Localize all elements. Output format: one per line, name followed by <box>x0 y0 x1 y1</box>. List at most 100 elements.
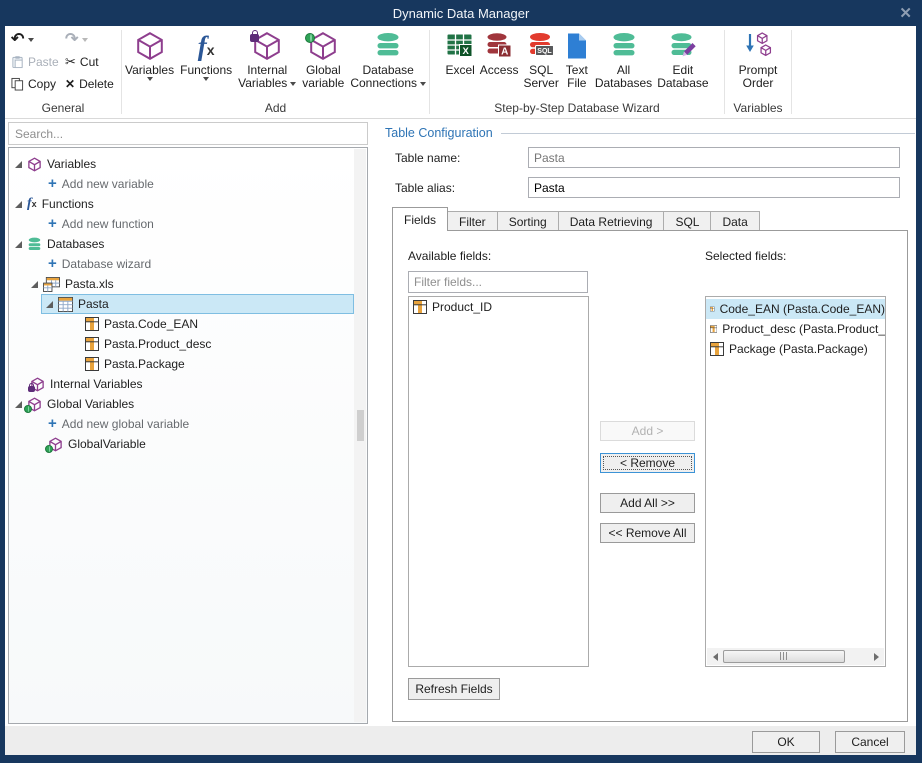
tab-data[interactable]: Data <box>711 211 759 231</box>
tree-item-add-new-function[interactable]: + Add new function <box>9 214 367 234</box>
table-name-input[interactable] <box>528 147 900 168</box>
group-label-wizard: Step-by-Step Database Wizard <box>430 101 724 118</box>
tree-item-add-new-variable[interactable]: + Add new variable <box>9 174 367 194</box>
tab-data-retrieving[interactable]: Data Retrieving <box>559 211 665 231</box>
available-fields-list[interactable]: Product_ID <box>408 296 589 667</box>
scroll-left-arrow[interactable] <box>707 648 723 665</box>
table-configuration-header: Table Configuration <box>385 126 915 140</box>
edit-database-icon <box>669 28 697 64</box>
window-title: Dynamic Data Manager <box>393 6 530 21</box>
tab-filter[interactable]: Filter <box>448 211 498 231</box>
table-alias-input[interactable] <box>528 177 900 198</box>
paste-icon <box>11 55 24 69</box>
tree-item-database-wizard[interactable]: + Database wizard <box>9 254 367 274</box>
tree-item-globalvariable[interactable]: GlobalVariable <box>9 434 367 454</box>
internal-variables-button[interactable]: Internal Variables <box>236 27 298 91</box>
sql-server-icon: SQL <box>527 28 555 64</box>
tree-item-add-new-global-variable[interactable]: + Add new global variable <box>9 414 367 434</box>
undo-icon: ↶ <box>11 33 24 47</box>
prompt-order-button[interactable]: Prompt Order <box>737 27 780 91</box>
excel-icon: X <box>446 28 474 64</box>
expander-icon[interactable] <box>15 241 22 248</box>
tree-item-pasta-product-desc[interactable]: Pasta.Product_desc <box>9 334 367 354</box>
field-icon <box>85 317 99 331</box>
all-databases-icon <box>610 28 638 64</box>
edit-database-button[interactable]: Edit Database <box>655 27 710 91</box>
all-databases-button[interactable]: All Databases <box>593 27 654 91</box>
text-file-button[interactable]: Text File <box>562 27 592 91</box>
tab-sorting[interactable]: Sorting <box>498 211 559 231</box>
tree-item-pasta-xls[interactable]: Pasta.xls <box>9 274 367 294</box>
scrollbar-thumb[interactable] <box>723 650 845 663</box>
lock-icon <box>250 34 259 42</box>
add-all-button[interactable]: Add All >> <box>600 493 695 513</box>
ribbon-group-wizard: X Excel A Access SQL SQL <box>430 26 724 118</box>
tree-item-internal-variables[interactable]: Internal Variables <box>9 374 367 394</box>
section-title: Table Configuration <box>385 126 493 140</box>
database-connections-button[interactable]: Database Connections <box>348 27 428 91</box>
fields-tab-page: Available fields: Product_ID Add > < Rem… <box>392 230 908 722</box>
tree-scrollbar[interactable] <box>354 149 366 722</box>
copy-button[interactable]: Copy <box>9 73 63 95</box>
variables-button[interactable]: Variables <box>123 27 176 82</box>
scroll-right-arrow[interactable] <box>868 648 884 665</box>
selected-fields-label: Selected fields: <box>705 249 786 263</box>
tab-sql[interactable]: SQL <box>664 211 711 231</box>
tree-item-global-variables[interactable]: Global Variables <box>9 394 367 414</box>
horizontal-scrollbar[interactable] <box>707 648 884 665</box>
lock-icon <box>28 386 35 392</box>
ok-button[interactable]: OK <box>752 731 820 753</box>
chevron-down-icon <box>290 82 296 86</box>
remove-all-button[interactable]: << Remove All <box>600 523 695 543</box>
list-item[interactable]: Product_desc (Pasta.Product_ <box>706 319 885 339</box>
selected-fields-list[interactable]: Code_EAN (Pasta.Code_EAN) Product_desc (… <box>705 296 886 667</box>
refresh-fields-button[interactable]: Refresh Fields <box>408 678 500 700</box>
cut-button[interactable]: ✂ Cut <box>63 51 125 73</box>
table-name-label: Table name: <box>395 151 460 165</box>
tree-item-pasta-package[interactable]: Pasta.Package <box>9 354 367 374</box>
expander-icon[interactable] <box>46 301 53 308</box>
ribbon-group-add: Variables fx Functions In <box>122 26 429 118</box>
close-icon[interactable]: ✕ <box>899 4 912 22</box>
expander-icon[interactable] <box>15 161 22 168</box>
tree-item-variables[interactable]: Variables <box>9 154 367 174</box>
fx-icon: fx <box>27 198 37 210</box>
search-input[interactable] <box>8 122 368 145</box>
paste-button[interactable]: Paste <box>9 51 63 73</box>
tree-item-pasta-code-ean[interactable]: Pasta.Code_EAN <box>9 314 367 334</box>
tree-item-pasta[interactable]: Pasta <box>41 294 354 314</box>
dynamic-data-manager-window: Dynamic Data Manager ✕ ↶ ↷ <box>0 0 922 763</box>
tree-item-functions[interactable]: fx Functions <box>9 194 367 214</box>
globe-icon <box>24 405 32 413</box>
remove-button[interactable]: < Remove <box>600 453 695 473</box>
tree-scrollbar-thumb[interactable] <box>357 410 364 441</box>
ribbon-group-variables: Prompt Order Variables <box>725 26 791 118</box>
undo-button[interactable]: ↶ <box>9 29 63 51</box>
filter-fields-input[interactable] <box>408 271 588 293</box>
delete-button[interactable]: ✕ Delete <box>63 73 125 95</box>
left-arrow-icon <box>713 653 718 661</box>
excel-button[interactable]: X Excel <box>443 27 476 78</box>
list-item[interactable]: Package (Pasta.Package) <box>706 339 885 359</box>
expander-icon[interactable] <box>15 401 22 408</box>
expander-icon[interactable] <box>15 201 22 208</box>
access-icon: A <box>485 28 513 64</box>
scrollbar-track[interactable] <box>723 648 868 665</box>
delete-x-icon: ✕ <box>65 77 75 91</box>
cancel-button[interactable]: Cancel <box>835 731 905 753</box>
redo-button[interactable]: ↷ <box>63 29 125 51</box>
plus-icon: + <box>48 218 57 230</box>
list-item[interactable]: Code_EAN (Pasta.Code_EAN) <box>706 299 885 319</box>
access-button[interactable]: A Access <box>478 27 521 78</box>
list-item[interactable]: Product_ID <box>409 297 588 317</box>
sql-server-button[interactable]: SQL SQL Server <box>521 27 560 91</box>
add-button[interactable]: Add > <box>600 421 695 441</box>
section-divider <box>501 133 915 134</box>
tree-item-databases[interactable]: Databases <box>9 234 367 254</box>
global-variable-button[interactable]: Global variable <box>300 27 346 91</box>
functions-button[interactable]: fx Functions <box>178 27 234 82</box>
expander-icon[interactable] <box>31 281 38 288</box>
tab-fields[interactable]: Fields <box>392 207 448 231</box>
chevron-down-icon <box>82 38 88 42</box>
ribbon: ↶ ↷ Paste ✂ Cut <box>5 26 916 119</box>
